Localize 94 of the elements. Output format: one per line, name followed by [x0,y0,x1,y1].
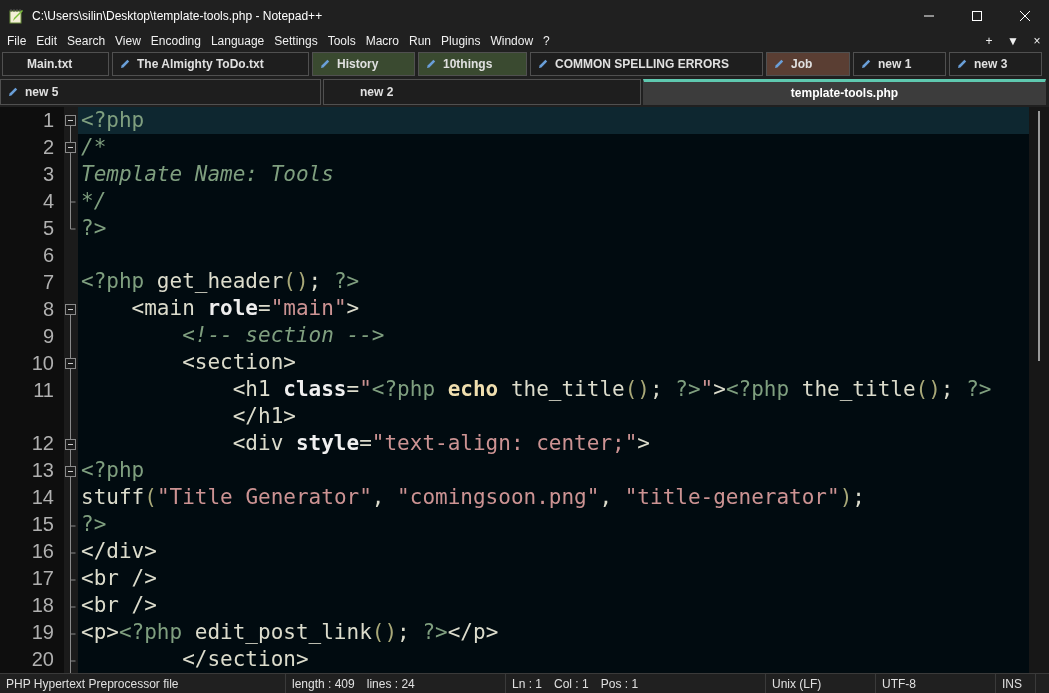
code-line: stuff("Title Generator", "comingsoon.png", "title-generator"); [81,484,865,511]
code-line: </div> [81,538,157,565]
menu-item[interactable]: Tools [322,32,361,50]
code-line: <?php get_header(); ?> [81,268,360,295]
pencil-icon [773,58,785,70]
code-line: <!-- section --> [181,322,385,349]
fold-minus-icon[interactable] [65,350,76,377]
tab[interactable]: History [312,52,415,76]
line-number: 8 [42,298,54,320]
code-line: <?php [81,457,145,484]
line-number: 5 [42,217,54,239]
pencil-icon [537,58,549,70]
menu-control[interactable]: + [977,32,1001,50]
window-title: C:\Users\silin\Desktop\template-tools.php - Notepad++ [32,8,324,25]
line-number: 7 [42,271,54,293]
fold-minus-icon[interactable] [65,134,76,161]
menu-item[interactable]: Edit [31,32,63,50]
scrollbar-thumb[interactable] [1038,111,1040,361]
pencil-icon [7,86,19,98]
menu-item[interactable]: File [2,32,32,50]
line-number: 6 [42,244,54,266]
code-line: </h1> [231,403,296,430]
tab[interactable]: template-tools.php [643,79,1046,105]
code-line: <p><?php edit_post_link(); ?></p> [81,619,499,646]
line-number: 12 [31,432,54,454]
code-line: <br /> [81,592,157,619]
line-number: 4 [42,190,54,212]
status-text: Ln : 1 [512,675,543,693]
status-text: Col : 1 [554,675,589,693]
menu-item[interactable]: Settings [269,32,323,50]
tab[interactable]: new 2 [323,79,641,105]
status-text: Pos : 1 [600,675,639,693]
code-line: ?> [81,215,107,242]
tab[interactable]: Job [766,52,850,76]
status-text: UTF-8 [882,675,916,693]
code-line: </section> [181,646,309,673]
menu-control[interactable]: ▼ [1001,32,1025,50]
tab[interactable]: Main.txt [2,52,109,76]
pencil-icon [119,58,131,70]
menu-control[interactable]: × [1025,32,1049,50]
line-number: 19 [31,621,54,643]
code-line: ?> [81,511,107,538]
code-line: <section> [181,349,296,376]
code-line: <br /> [81,565,157,592]
menu-item[interactable]: Run [404,32,437,50]
line-number: 2 [42,136,54,158]
line-number: 3 [42,163,54,185]
status-text: lines : 24 [366,675,415,693]
line-number: 17 [31,567,54,589]
line-number: 20 [31,648,54,670]
menu-item[interactable]: Plugins [436,32,486,50]
menu-item[interactable]: Language [205,32,270,50]
code-line: <div style="text-align: center;"> [231,430,650,457]
scrollbar[interactable] [1029,107,1049,673]
pencil-icon [425,58,437,70]
maximize-icon[interactable] [972,11,982,21]
menu-item[interactable]: View [110,32,146,50]
line-number: 10 [31,352,54,374]
fold-minus-icon[interactable] [65,431,76,458]
close-icon[interactable] [1020,11,1030,21]
status-text: INS [1002,675,1022,693]
tab[interactable]: new 1 [853,52,946,76]
status-text: Unix (LF) [772,675,822,693]
status-text: length : 409 [292,675,355,693]
line-number: 18 [31,594,54,616]
code-line: /* [81,134,107,161]
line-number: 15 [31,513,54,535]
code-line: <main role="main"> [130,295,360,322]
fold-minus-icon[interactable] [65,458,76,485]
line-number: 13 [31,459,54,481]
menu-item[interactable]: ? [538,32,555,50]
menu-item[interactable]: Encoding [145,32,206,50]
line-number: 9 [42,325,54,347]
code-line: Template Name: Tools [81,161,334,188]
notepad-icon [8,8,24,24]
menu-item[interactable]: Window [485,32,539,50]
code-line: <h1 class="<?php echo the_title(); ?>"><?php the_title(); ?> [231,376,992,403]
tab[interactable]: new 3 [949,52,1042,76]
pencil-icon [956,58,968,70]
tab[interactable]: The Almighty ToDo.txt [112,52,309,76]
line-number: 1 [42,109,54,131]
line-number: 14 [31,486,54,508]
code-line: <?php [81,107,145,134]
menu-item[interactable]: Search [62,32,111,50]
tab[interactable]: 10things [418,52,527,76]
line-number: 11 [33,379,54,401]
menu-item[interactable]: Macro [360,32,404,50]
tab[interactable]: new 5 [0,79,321,105]
pencil-icon [319,58,331,70]
line-number: 16 [31,540,54,562]
tab[interactable]: COMMON SPELLING ERRORS [530,52,763,76]
status-text: PHP Hypertext Preprocessor file [6,675,179,693]
pencil-icon [860,58,872,70]
code-line: */ [81,188,107,215]
